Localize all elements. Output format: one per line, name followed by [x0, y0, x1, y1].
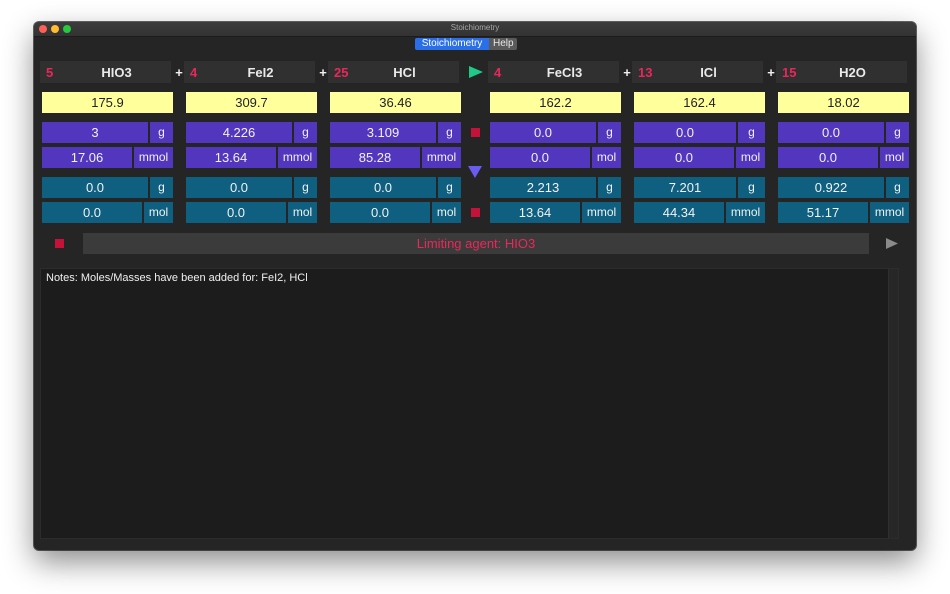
reactant-2-molar-mass[interactable]: 309.7 [186, 92, 317, 113]
product-1-molar-mass[interactable]: 162.2 [490, 92, 621, 113]
product-3-result-moles[interactable]: 51.17 [778, 202, 868, 223]
calculate-down-arrow-icon[interactable] [467, 165, 483, 179]
product-2-moles-unit[interactable]: mol [736, 147, 765, 168]
product-2-mass-input[interactable]: 0.0 [634, 122, 736, 143]
product-3-mass-input[interactable]: 0.0 [778, 122, 884, 143]
reactant-2-mass-input[interactable]: 4.226 [186, 122, 292, 143]
next-arrow-icon[interactable] [885, 237, 899, 250]
notes-text: Notes: Moles/Masses have been added for:… [46, 272, 308, 284]
product-3-result-mass-unit[interactable]: g [886, 177, 909, 198]
product-2-result-mass-unit[interactable]: g [738, 177, 765, 198]
reactant-3-formula[interactable]: HCl [350, 65, 459, 80]
product-3-result-mass[interactable]: 0.922 [778, 177, 884, 198]
product-1-result-moles-unit[interactable]: mmol [582, 202, 621, 223]
product-2-coefficient[interactable]: 13 [638, 65, 652, 80]
product-1-result-mass[interactable]: 2.213 [490, 177, 596, 198]
reactant-2-result-mass[interactable]: 0.0 [186, 177, 292, 198]
reactant-3-result-mass-unit[interactable]: g [438, 177, 461, 198]
product-2-result-mass[interactable]: 7.201 [634, 177, 736, 198]
stop-icon[interactable] [471, 128, 480, 137]
product-2-molar-mass[interactable]: 162.4 [634, 92, 765, 113]
product-2-formula-box[interactable]: 13 ICl [632, 61, 763, 83]
reactant-2-formula[interactable]: FeI2 [206, 65, 315, 80]
reactant-1-mass-unit[interactable]: g [150, 122, 173, 143]
reactant-1-mass-input[interactable]: 3 [42, 122, 148, 143]
app-window: Stoichiometry Stoichiometry Help 5 HIO3 … [34, 22, 916, 550]
product-1-formula[interactable]: FeCl3 [510, 65, 619, 80]
product-2-mass-unit[interactable]: g [738, 122, 765, 143]
product-2-result-moles-unit[interactable]: mmol [726, 202, 765, 223]
product-1-mass-input[interactable]: 0.0 [490, 122, 596, 143]
reactant-2-mass-unit[interactable]: g [294, 122, 317, 143]
reactant-2-formula-box[interactable]: 4 FeI2 [184, 61, 315, 83]
reactant-2-coefficient[interactable]: 4 [190, 65, 197, 80]
reactant-3-result-moles-unit[interactable]: mol [432, 202, 461, 223]
reactant-3-moles-input[interactable]: 85.28 [330, 147, 420, 168]
tab-bar: Stoichiometry Help [415, 38, 517, 50]
reactant-1-moles-input[interactable]: 17.06 [42, 147, 132, 168]
product-3-moles-unit[interactable]: mol [880, 147, 909, 168]
product-3-formula-box[interactable]: 15 H2O [776, 61, 907, 83]
reactant-1-moles-unit[interactable]: mmol [134, 147, 173, 168]
reactant-3-formula-box[interactable]: 25 HCl [328, 61, 459, 83]
product-3-mass-unit[interactable]: g [886, 122, 909, 143]
reactant-2-moles-unit[interactable]: mmol [278, 147, 317, 168]
product-3-moles-input[interactable]: 0.0 [778, 147, 878, 168]
reactant-3-mass-unit[interactable]: g [438, 122, 461, 143]
limiting-agent-status: Limiting agent: HIO3 [83, 233, 869, 254]
product-3-formula[interactable]: H2O [798, 65, 907, 80]
reactant-3-moles-unit[interactable]: mmol [422, 147, 461, 168]
product-1-formula-box[interactable]: 4 FeCl3 [488, 61, 619, 83]
reactant-1-result-mass[interactable]: 0.0 [42, 177, 148, 198]
product-3-coefficient[interactable]: 15 [782, 65, 796, 80]
reactant-3-result-mass[interactable]: 0.0 [330, 177, 436, 198]
reactant-2-moles-input[interactable]: 13.64 [186, 147, 276, 168]
product-1-coefficient[interactable]: 4 [494, 65, 501, 80]
product-1-result-mass-unit[interactable]: g [598, 177, 621, 198]
reactant-1-molar-mass[interactable]: 175.9 [42, 92, 173, 113]
tab-stoichiometry[interactable]: Stoichiometry [415, 38, 489, 50]
reactant-1-formula-box[interactable]: 5 HIO3 [40, 61, 171, 83]
reactant-2-result-moles[interactable]: 0.0 [186, 202, 286, 223]
reactant-3-coefficient[interactable]: 25 [334, 65, 348, 80]
product-1-moles-input[interactable]: 0.0 [490, 147, 590, 168]
product-2-formula[interactable]: ICl [654, 65, 763, 80]
product-3-result-moles-unit[interactable]: mmol [870, 202, 909, 223]
product-2-moles-input[interactable]: 0.0 [634, 147, 734, 168]
product-3-molar-mass[interactable]: 18.02 [778, 92, 909, 113]
reactant-1-result-moles-unit[interactable]: mol [144, 202, 173, 223]
notes-text-area[interactable]: Notes: Moles/Masses have been added for:… [40, 268, 899, 539]
reactant-3-molar-mass[interactable]: 36.46 [330, 92, 461, 113]
notes-scrollbar[interactable] [888, 269, 898, 538]
product-1-mass-unit[interactable]: g [598, 122, 621, 143]
product-1-result-moles[interactable]: 13.64 [490, 202, 580, 223]
reactant-2-result-mass-unit[interactable]: g [294, 177, 317, 198]
reactant-1-coefficient[interactable]: 5 [46, 65, 53, 80]
title-bar: Stoichiometry [34, 22, 916, 37]
window-title: Stoichiometry [450, 23, 500, 32]
product-1-moles-unit[interactable]: mol [592, 147, 621, 168]
reactant-1-result-moles[interactable]: 0.0 [42, 202, 142, 223]
reactant-3-result-moles[interactable]: 0.0 [330, 202, 430, 223]
product-2-result-moles[interactable]: 44.34 [634, 202, 724, 223]
stop-icon[interactable] [471, 208, 480, 217]
reactant-2-result-moles-unit[interactable]: mol [288, 202, 317, 223]
stop-icon[interactable] [55, 239, 64, 248]
reactant-3-mass-input[interactable]: 3.109 [330, 122, 436, 143]
reactant-1-formula[interactable]: HIO3 [62, 65, 171, 80]
reactant-1-result-mass-unit[interactable]: g [150, 177, 173, 198]
tab-help[interactable]: Help [489, 38, 517, 50]
run-arrow-icon[interactable] [468, 65, 484, 79]
